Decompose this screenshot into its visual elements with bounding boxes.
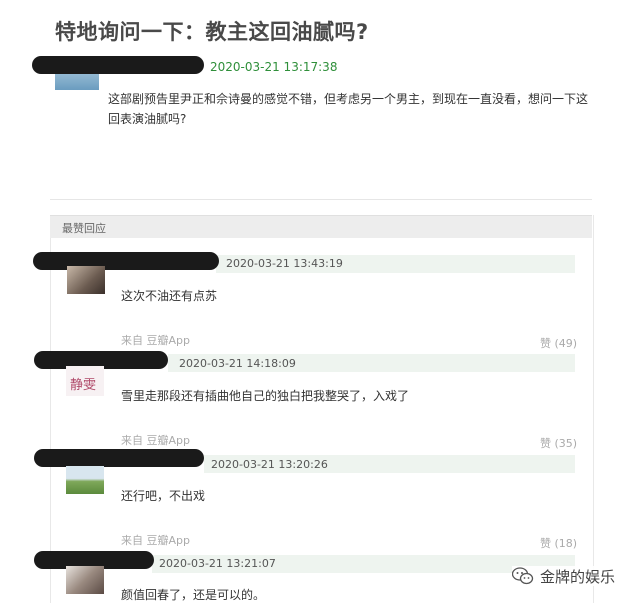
comment-text: 雪里走那段还有插曲他自己的独白把我整哭了，入戏了: [121, 389, 410, 403]
comment-source: 来自 豆瓣App: [121, 534, 190, 547]
divider: [50, 199, 592, 200]
post-title: 特地询问一下：教主这回油腻吗?: [55, 20, 369, 44]
comment-date: 2020-03-21 13:21:07: [159, 557, 276, 570]
section-header-label: 最赞回应: [62, 222, 106, 235]
wechat-icon: [512, 567, 534, 585]
commenter-name-redacted: [34, 449, 204, 467]
watermark-text: 金牌的娱乐: [540, 567, 616, 586]
comment-source: 来自 豆瓣App: [121, 434, 190, 447]
comment-text: 颜值回春了，还是可以的。: [121, 588, 266, 602]
comment-text: 这次不油还有点苏: [121, 289, 218, 303]
post-body: 这部剧预告里尹正和佘诗曼的感觉不错，但考虑另一个男主，到现在一直没看，想问一下这…: [108, 92, 589, 126]
watermark: 金牌的娱乐: [512, 566, 616, 586]
comment-date: 2020-03-21 13:20:26: [211, 458, 328, 471]
like-button[interactable]: 赞 (18): [540, 535, 577, 551]
commenter-avatar[interactable]: [66, 466, 104, 494]
commenter-avatar[interactable]: [66, 566, 104, 594]
comment-date: 2020-03-21 14:18:09: [179, 357, 296, 370]
like-button[interactable]: 赞 (35): [540, 435, 577, 451]
avatar-text: 静雯: [70, 378, 97, 393]
post-date: 2020-03-21 13:17:38: [210, 60, 338, 74]
commenter-name-redacted: [33, 252, 219, 270]
comment-text: 还行吧，不出戏: [121, 489, 206, 503]
author-name-redacted: [32, 56, 204, 74]
like-button[interactable]: 赞 (49): [540, 335, 577, 351]
commenter-avatar[interactable]: [67, 266, 105, 294]
section-header: 最赞回应: [50, 215, 592, 238]
commenter-avatar[interactable]: 静雯: [66, 366, 104, 396]
comment-source: 来自 豆瓣App: [121, 334, 190, 347]
comment-date: 2020-03-21 13:43:19: [226, 257, 343, 270]
